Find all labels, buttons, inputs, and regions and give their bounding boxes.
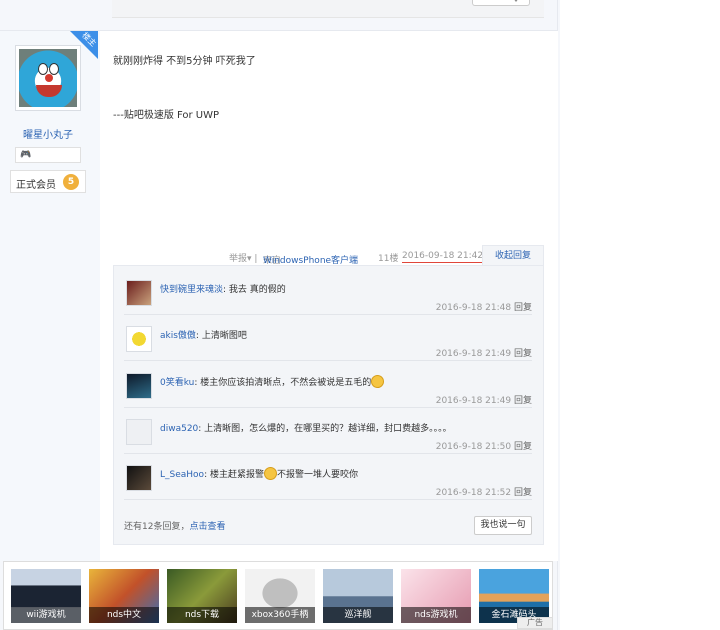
report-link[interactable]: 举报▾ |	[229, 251, 257, 264]
comment-avatar[interactable]	[126, 280, 152, 306]
collapse-replies-tab[interactable]: 收起回复	[482, 245, 544, 265]
author-username[interactable]: 曜星小丸子	[0, 126, 96, 141]
post-time: 2016-09-18 21:42	[402, 251, 484, 263]
more-prefix: 还有12条回复，	[124, 522, 190, 532]
comment-avatar[interactable]	[126, 326, 152, 352]
avatar-image	[19, 49, 77, 107]
ad-item[interactable]: xbox360手柄	[245, 569, 315, 623]
reply-link[interactable]: 回复	[514, 488, 532, 498]
add-comment-button[interactable]: 我也说一句	[474, 516, 532, 535]
ad-label: xbox360手柄	[245, 607, 315, 623]
view-more-link[interactable]: 点击查看	[189, 522, 225, 532]
level-badge-icon: 5	[63, 174, 79, 190]
comment-meta: 2016-9-18 21:49 回复	[436, 346, 532, 359]
comment-time: 2016-9-18 21:50	[435, 442, 512, 452]
comment-item: L_SeaHoo: 楼主赶紧报警 不报警一堆人要咬你 2016-9-18 21:5…	[124, 454, 532, 500]
ad-label: nds游戏机	[401, 607, 471, 623]
comment-user[interactable]: akis傲傲	[160, 331, 196, 341]
ad-bar: wii游戏机 nds中文 nds下载 xbox360手柄 巡洋舰 nds游戏机 …	[3, 561, 553, 630]
comment-avatar[interactable]	[126, 465, 152, 491]
comment-meta: 2016-9-18 21:52 回复	[436, 485, 532, 498]
ad-tag: 广告	[517, 617, 553, 629]
comment-item: akis傲傲: 上清晰图吧 2016-9-18 21:49 回复	[124, 315, 532, 361]
member-level[interactable]: 正式会员 5	[10, 170, 86, 193]
ad-label: nds下载	[167, 607, 237, 623]
comment-footer: 还有12条回复，点击查看 我也说一句	[124, 516, 532, 536]
ad-item[interactable]: nds游戏机	[401, 569, 471, 623]
comment-avatar[interactable]	[126, 373, 152, 399]
previous-post-footer	[112, 0, 544, 18]
post-text: 就刚刚炸得 不到5分钟 吓死我了	[113, 56, 256, 67]
ad-item[interactable]: 巡洋舰	[323, 569, 393, 623]
chevron-down-icon	[513, 0, 519, 2]
member-label: 正式会员	[16, 180, 56, 191]
comment-time: 2016-9-18 21:52	[435, 488, 512, 498]
comment-item: 0笑看ku: 楼主你应该拍清晰点，不然会被说是五毛的 2016-9-18 21:…	[124, 362, 532, 408]
comment-time: 2016-9-18 21:48	[435, 303, 512, 313]
more-replies: 还有12条回复，点击查看	[124, 519, 225, 532]
comment-user[interactable]: 0笑看ku	[160, 378, 194, 388]
reply-link[interactable]: 回复	[514, 303, 532, 313]
avatar-mouth	[36, 85, 62, 97]
comment-user[interactable]: L_SeaHoo	[160, 470, 204, 480]
comment-body: : 上清晰图，怎么爆的，在哪里买的？越详细，封口费越多。。。。	[198, 424, 452, 434]
avatar[interactable]	[15, 45, 81, 111]
smile-emoji-icon	[371, 375, 385, 388]
gamepad-icon: 🎮	[20, 150, 32, 160]
ad-item[interactable]: 金石滩码头	[479, 569, 549, 623]
level-box[interactable]: 🎮	[15, 147, 81, 163]
comment-user[interactable]: 快到碗里来魂淡	[160, 285, 223, 295]
smile-emoji-icon	[263, 467, 277, 480]
previous-reply-button[interactable]	[472, 0, 530, 6]
comment-list: 快到碗里来魂淡: 我去 真的假的 2016-9-18 21:48 回复 akis…	[113, 265, 544, 545]
comment-body: : 楼主你应该拍清晰点，不然会被说是五毛的	[194, 378, 372, 388]
comment-body: : 我去 真的假的	[223, 285, 286, 295]
comment-time: 2016-9-18 21:49	[435, 396, 512, 406]
avatar-eye	[38, 63, 48, 75]
ad-item[interactable]: wii游戏机	[11, 569, 81, 623]
reply-link[interactable]: 回复	[514, 396, 532, 406]
avatar-eye	[49, 63, 59, 75]
comment-time: 2016-9-18 21:49	[435, 349, 512, 359]
post-signature: ---贴吧极速版 For UWP	[113, 110, 220, 121]
ad-label: nds中文	[89, 607, 159, 623]
comment-body-cont: 不报警一堆人要咬你	[276, 470, 358, 480]
comment-avatar[interactable]	[126, 419, 152, 445]
comment-body: : 上清晰图吧	[195, 331, 247, 341]
comment-meta: 2016-9-18 21:48 回复	[436, 300, 532, 313]
comment-item: 快到碗里来魂淡: 我去 真的假的 2016-9-18 21:48 回复	[124, 269, 532, 315]
comment-text: 0笑看ku: 楼主你应该拍清晰点，不然会被说是五毛的	[160, 375, 385, 388]
ad-item[interactable]: nds中文	[89, 569, 159, 623]
reply-link[interactable]: 回复	[514, 349, 532, 359]
comment-meta: 2016-9-18 21:50 回复	[436, 439, 532, 452]
floor-number: 11楼	[378, 254, 399, 264]
comment-body: : 楼主赶紧报警	[204, 470, 264, 480]
comment-text: akis傲傲: 上清晰图吧	[160, 328, 247, 341]
comment-user[interactable]: diwa520	[160, 424, 198, 434]
ad-label: wii游戏机	[11, 607, 81, 623]
comment-text: 快到碗里来魂淡: 我去 真的假的	[160, 282, 286, 295]
comment-text: diwa520: 上清晰图，怎么爆的，在哪里买的？越详细，封口费越多。。。。	[160, 421, 452, 434]
avatar-nose	[45, 74, 53, 82]
ad-item[interactable]: nds下载	[167, 569, 237, 623]
comment-meta: 2016-9-18 21:49 回复	[436, 393, 532, 406]
ad-label: 巡洋舰	[323, 607, 393, 623]
comment-item: diwa520: 上清晰图，怎么爆的，在哪里买的？越详细，封口费越多。。。。 2…	[124, 408, 532, 454]
reply-link[interactable]: 回复	[514, 442, 532, 452]
comment-text: L_SeaHoo: 楼主赶紧报警 不报警一堆人要咬你	[160, 467, 358, 480]
